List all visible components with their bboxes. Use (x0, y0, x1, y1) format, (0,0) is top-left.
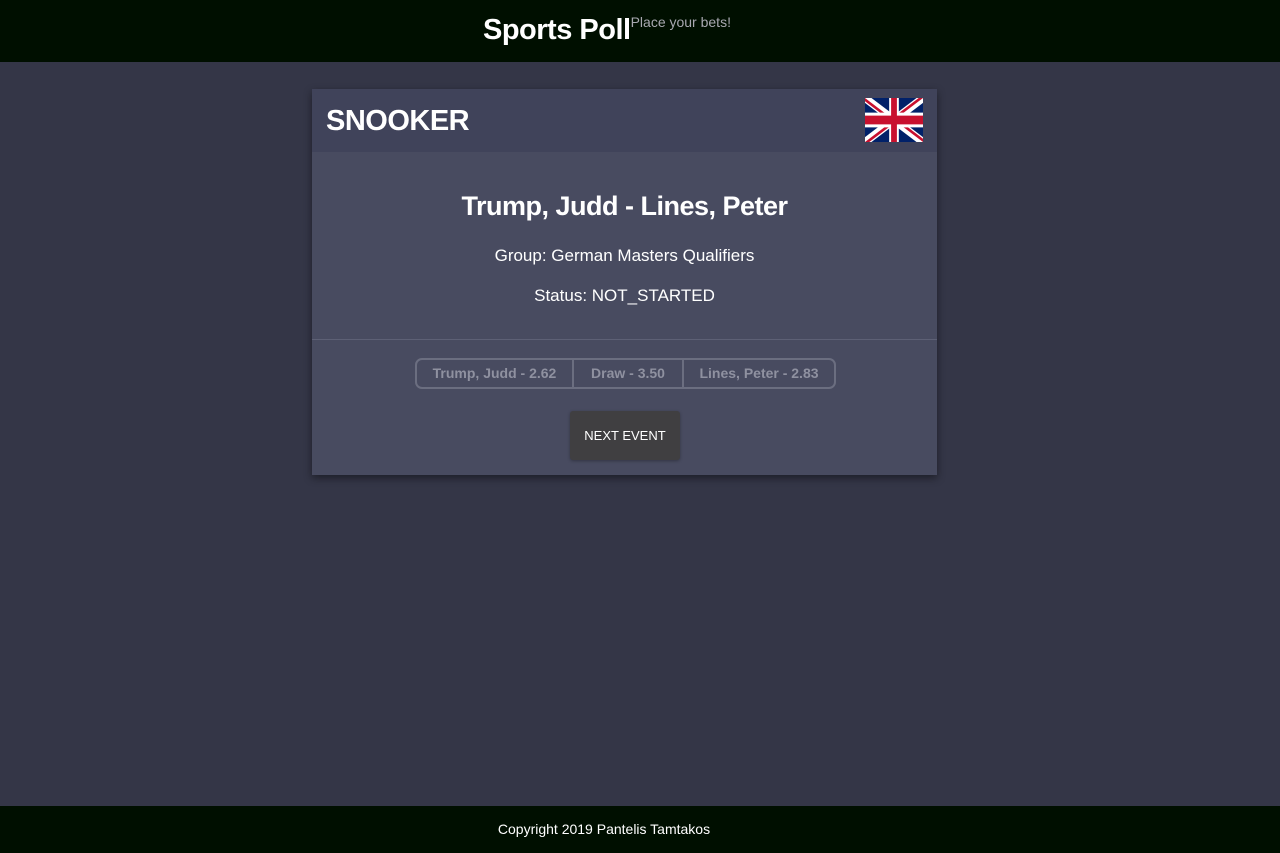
uk-flag-icon (865, 98, 923, 142)
bet-draw-button[interactable]: Draw - 3.50 (572, 360, 682, 387)
event-group: Group: German Masters Qualifiers (494, 246, 755, 265)
event-card: SNOOKER Trump, Judd - Lines, Peter Group… (312, 89, 937, 475)
odds-button-group: Trump, Judd - 2.62 Draw - 3.50 Lines, Pe… (415, 358, 836, 389)
top-navbar: Sports Poll Place your bets! (0, 0, 1280, 62)
sport-name: SNOOKER (326, 105, 470, 137)
next-event-button[interactable]: NEXT EVENT (570, 411, 680, 460)
copyright-text: Copyright 2019 Pantelis Tamtakos (497, 821, 711, 837)
app-title[interactable]: Sports Poll (483, 12, 631, 48)
footer: Copyright 2019 Pantelis Tamtakos (0, 806, 1280, 853)
card-header: SNOOKER (312, 89, 937, 152)
app-tagline: Place your bets! (630, 14, 731, 30)
match-title: Trump, Judd - Lines, Peter (461, 191, 788, 221)
brand[interactable]: Sports Poll Place your bets! (483, 12, 731, 48)
event-status: Status: NOT_STARTED (534, 286, 715, 305)
bet-away-button[interactable]: Lines, Peter - 2.83 (682, 360, 834, 387)
bet-home-button[interactable]: Trump, Judd - 2.62 (417, 360, 572, 387)
card-divider (312, 339, 937, 340)
